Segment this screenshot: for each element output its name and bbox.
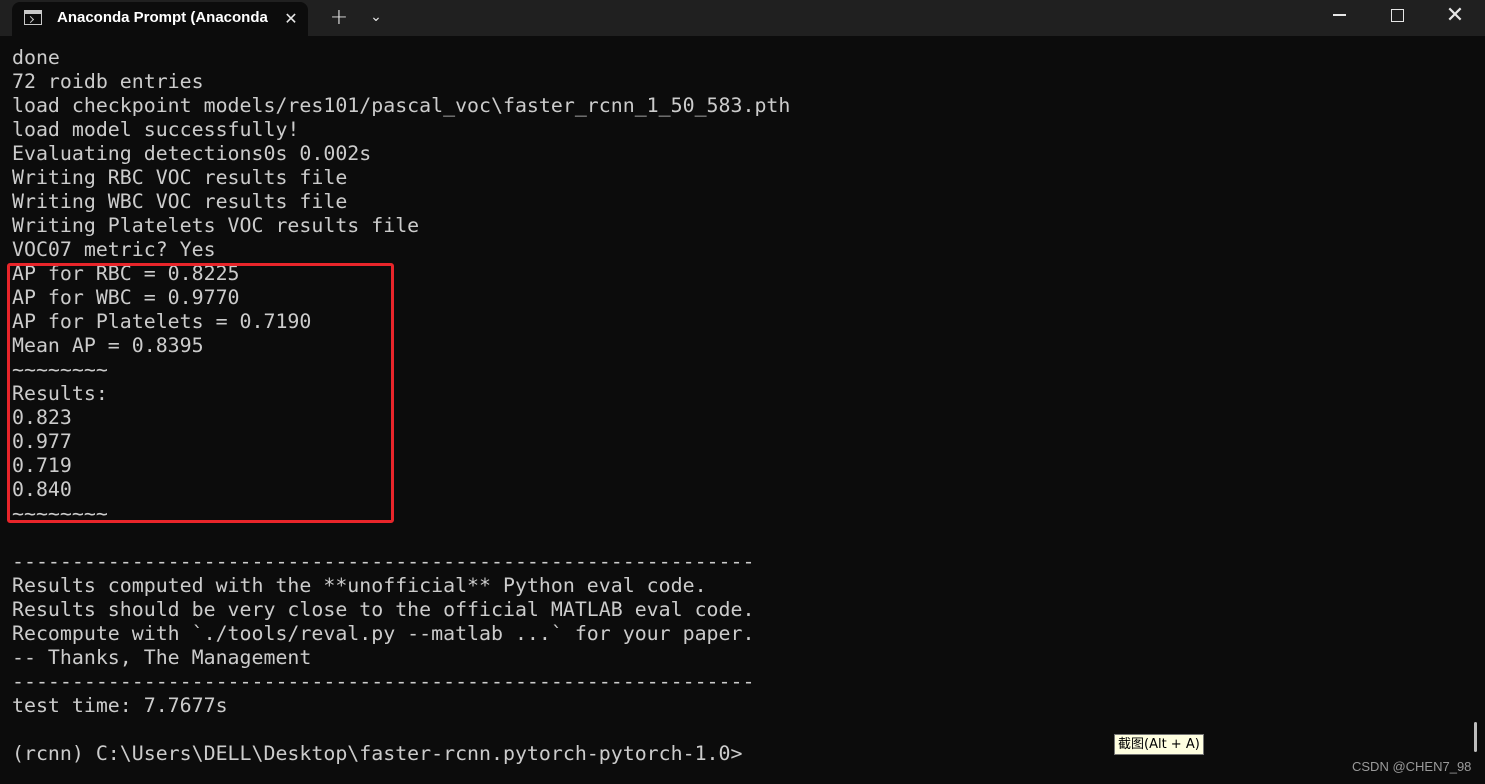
scrollbar[interactable] — [1474, 722, 1477, 752]
terminal-icon — [24, 10, 42, 25]
maximize-button[interactable] — [1368, 0, 1426, 30]
watermark: CSDN @CHEN7_98 — [1352, 759, 1472, 774]
minimize-icon — [1332, 14, 1346, 16]
terminal-line: Evaluating detections0s 0.002s — [12, 142, 372, 165]
minimize-button[interactable] — [1310, 0, 1368, 30]
maximize-icon — [1390, 8, 1404, 22]
terminal-line: test time: 7.7677s — [12, 694, 228, 717]
terminal-line: load model successfully! — [12, 118, 300, 141]
terminal-line: ----------------------------------------… — [12, 550, 755, 573]
terminal-line: done — [12, 46, 60, 69]
terminal-line: ----------------------------------------… — [12, 670, 755, 693]
new-tab-button[interactable]: + — [324, 3, 354, 31]
terminal-output[interactable]: done 72 roidb entries load checkpoint mode… — [0, 36, 1485, 784]
tab-title: Anaconda Prompt (Anaconda — [57, 9, 268, 26]
terminal-line: load checkpoint models/res101/pascal_voc… — [12, 94, 791, 117]
close-button[interactable]: ✕ — [1426, 0, 1484, 30]
terminal-line: Results should be very close to the offi… — [12, 598, 755, 621]
terminal-line: Recompute with `./tools/reval.py --matla… — [12, 622, 755, 645]
chevron-down-icon[interactable]: ⌄ — [364, 4, 388, 30]
terminal-line: VOC07 metric? Yes — [12, 238, 216, 261]
terminal-line: Writing WBC VOC results file — [12, 190, 348, 213]
tab-close-icon[interactable]: ✕ — [280, 7, 302, 29]
terminal-line: 72 roidb entries — [12, 70, 204, 93]
title-bar: Anaconda Prompt (Anaconda ✕ + ⌄ ✕ — [0, 0, 1485, 36]
terminal-line: Writing Platelets VOC results file — [12, 214, 420, 237]
screenshot-tooltip: 截图(Alt + A) — [1114, 734, 1204, 755]
terminal-line: (rcnn) C:\Users\DELL\Desktop\faster-rcnn… — [12, 742, 743, 765]
terminal-line: Results computed with the **unofficial**… — [12, 574, 707, 597]
terminal-line: -- Thanks, The Management — [12, 646, 312, 669]
tab-anaconda-prompt[interactable]: Anaconda Prompt (Anaconda ✕ — [12, 2, 308, 36]
results-highlight-box — [7, 263, 394, 523]
terminal-line: Writing RBC VOC results file — [12, 166, 348, 189]
